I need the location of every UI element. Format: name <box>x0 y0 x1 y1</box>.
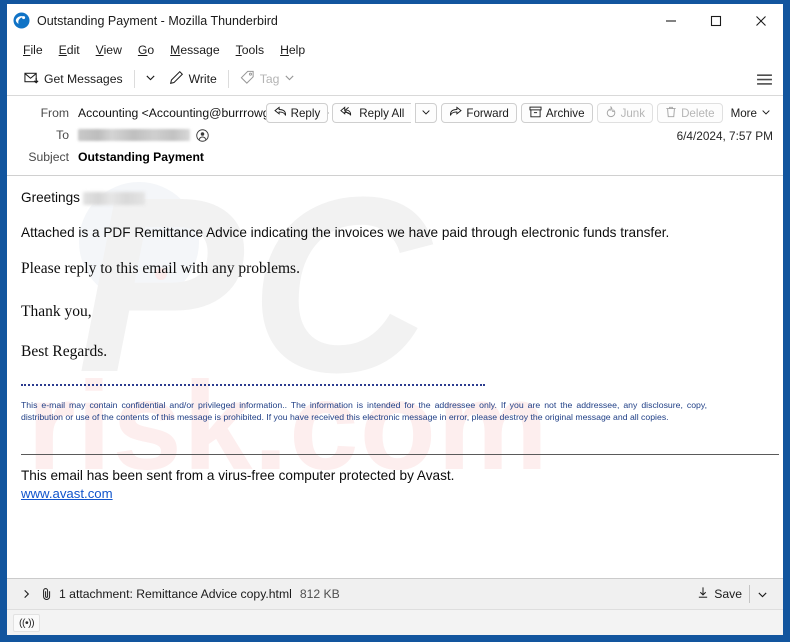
reply-button[interactable]: Reply <box>265 103 329 123</box>
menu-file[interactable]: File <box>15 41 51 59</box>
tag-button[interactable]: Tag <box>233 67 303 91</box>
junk-button: Junk <box>596 103 654 123</box>
chevron-down-icon <box>421 107 431 120</box>
menu-view-rest: iew <box>103 42 122 57</box>
pencil-icon <box>169 70 184 88</box>
menu-view[interactable]: View <box>88 41 130 59</box>
download-icon <box>697 586 709 602</box>
minimize-icon[interactable] <box>648 4 693 37</box>
save-attachment-button[interactable]: Save <box>690 583 749 605</box>
chevron-down-icon <box>145 70 156 88</box>
tag-icon <box>240 70 255 88</box>
contact-avatar-icon[interactable] <box>196 128 209 142</box>
message-date: 6/4/2024, 7:57 PM <box>676 129 773 143</box>
more-label: More <box>730 106 757 120</box>
save-label: Save <box>714 587 742 601</box>
thunderbird-window: Outstanding Payment - Mozilla Thunderbir… <box>0 0 790 642</box>
reply-all-button[interactable]: Reply All <box>332 103 412 123</box>
reply-label: Reply <box>290 106 321 120</box>
avast-notice: This email has been sent from a virus-fr… <box>21 467 455 483</box>
tag-label: Tag <box>259 71 280 86</box>
more-button[interactable]: More <box>727 103 775 123</box>
legal-disclaimer: This e-mail may contain confidential and… <box>21 399 707 423</box>
closing-best-regards: Best Regards. <box>21 343 108 361</box>
chevron-right-icon[interactable] <box>17 586 36 602</box>
menu-go[interactable]: Go <box>130 41 162 59</box>
footer-divider <box>21 453 779 455</box>
archive-button[interactable]: Archive <box>520 103 593 123</box>
menu-edit-rest: dit <box>66 42 80 57</box>
attachment-size: 812 KB <box>299 587 340 601</box>
greeting-text: Greetings <box>21 190 80 205</box>
message-header: From Accounting <Accounting@burrrowgloba… <box>7 96 783 176</box>
message-body: PC risk.com Greetings Attached is a PDF … <box>7 176 783 578</box>
title-bar: Outstanding Payment - Mozilla Thunderbir… <box>7 4 783 37</box>
to-value-redacted <box>78 129 190 141</box>
menu-message[interactable]: Message <box>162 41 227 59</box>
delete-label: Delete <box>681 106 715 120</box>
paperclip-icon <box>41 587 53 601</box>
reply-all-label: Reply All <box>359 106 405 120</box>
delete-button: Delete <box>657 103 723 123</box>
closing-thank-you: Thank you, <box>21 302 92 320</box>
close-icon[interactable] <box>738 4 783 37</box>
write-label: Write <box>188 71 217 86</box>
to-row: To <box>17 124 773 146</box>
maximize-icon[interactable] <box>693 4 738 37</box>
menu-bar: File Edit View Go Message Tools Help <box>7 37 783 62</box>
dotted-separator <box>21 383 485 387</box>
write-button[interactable]: Write <box>162 67 224 91</box>
reply-all-icon <box>340 106 355 120</box>
toolbar-divider-2 <box>227 69 229 88</box>
subject-row: Subject Outstanding Payment <box>17 146 773 168</box>
inbox-download-icon <box>24 70 39 88</box>
toolbar-divider-1 <box>133 69 135 88</box>
forward-label: Forward <box>466 106 509 120</box>
trash-icon <box>665 106 677 121</box>
subject-label: Subject <box>28 150 69 164</box>
body-paragraph-1: Attached is a PDF Remittance Advice indi… <box>21 224 670 240</box>
body-paragraph-2: Please reply to this email with any prob… <box>21 259 300 277</box>
menu-help[interactable]: Help <box>272 41 313 59</box>
forward-icon <box>449 106 463 120</box>
hamburger-menu-icon[interactable] <box>753 68 775 90</box>
attachment-summary[interactable]: 1 attachment: Remittance Advice copy.htm… <box>59 587 292 601</box>
avast-link[interactable]: www.avast.com <box>21 486 113 501</box>
window-controls <box>648 4 783 37</box>
menu-tools-rest: ools <box>241 42 265 57</box>
junk-flame-icon <box>605 105 617 121</box>
menu-tools[interactable]: Tools <box>228 41 272 59</box>
thunderbird-logo-icon <box>13 12 30 29</box>
menu-message-rest: essage <box>180 42 220 57</box>
chevron-down-icon <box>761 107 771 120</box>
menu-edit[interactable]: Edit <box>51 41 88 59</box>
menu-go-rest: o <box>147 42 155 57</box>
greeting-redacted-name <box>82 191 145 205</box>
save-attachment-dropdown[interactable] <box>750 586 775 603</box>
subject-value: Outstanding Payment <box>78 150 204 164</box>
menu-file-rest: ile <box>30 42 43 57</box>
chevron-down-icon <box>284 72 295 86</box>
to-label: To <box>56 128 69 142</box>
get-messages-dropdown[interactable] <box>139 67 162 91</box>
attachment-bar: 1 attachment: Remittance Advice copy.htm… <box>7 578 783 609</box>
main-toolbar: Get Messages Write Tag <box>7 62 783 96</box>
window-title: Outstanding Payment - Mozilla Thunderbir… <box>37 13 278 28</box>
archive-label: Archive <box>545 106 585 120</box>
greeting-line: Greetings <box>21 190 769 207</box>
menu-help-rest: elp <box>288 42 306 57</box>
reply-icon <box>273 106 287 120</box>
message-action-buttons: Reply Reply All Forward Archive Junk Del… <box>265 103 775 123</box>
from-label: From <box>40 106 69 120</box>
get-messages-label: Get Messages <box>44 71 123 86</box>
broadcast-icon: ((•)) <box>13 613 41 632</box>
body-content: Greetings Attached is a PDF Remittance A… <box>21 190 779 503</box>
get-messages-button[interactable]: Get Messages <box>17 67 130 91</box>
forward-button[interactable]: Forward <box>441 103 517 123</box>
junk-label: Junk <box>620 106 646 120</box>
archive-box-icon <box>529 106 542 121</box>
status-bar: ((•)) <box>7 609 783 635</box>
reply-all-dropdown[interactable] <box>415 103 438 123</box>
